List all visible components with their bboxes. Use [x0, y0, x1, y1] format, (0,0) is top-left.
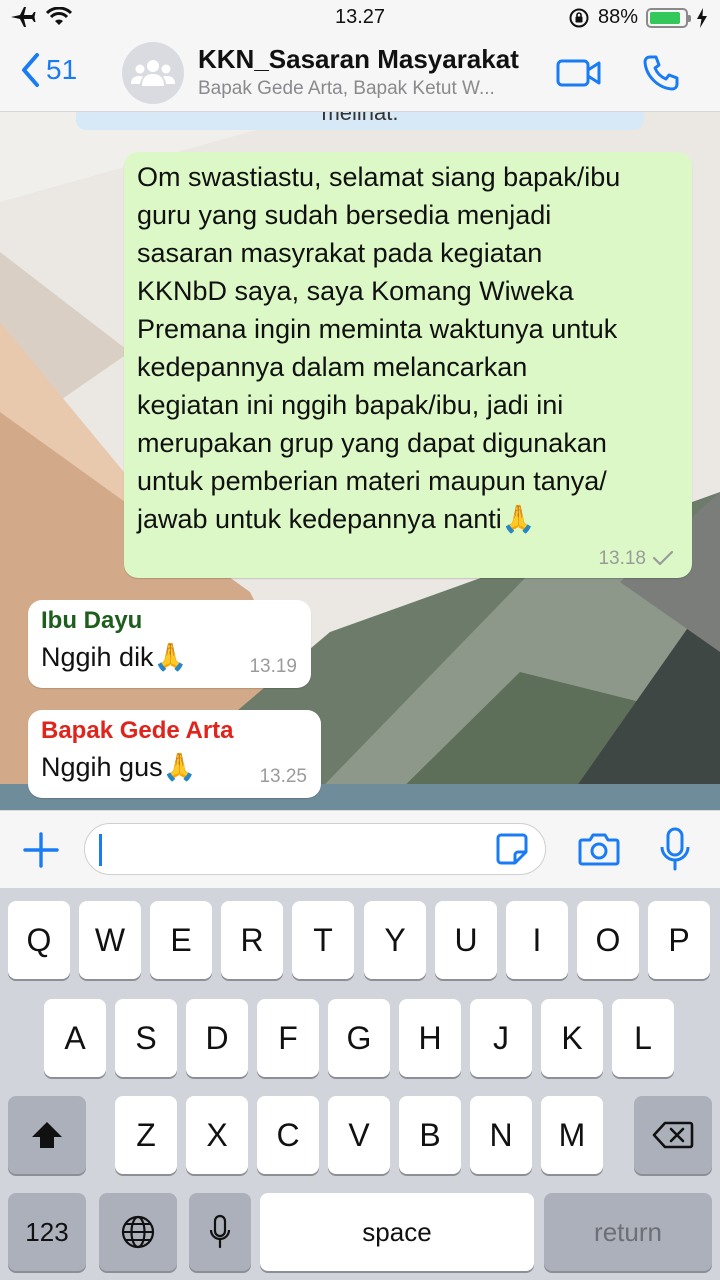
message-time: 13.18: [598, 548, 646, 569]
chevron-left-icon: [22, 53, 39, 87]
phone-call-icon[interactable]: [642, 54, 680, 92]
globe-icon: [121, 1215, 155, 1249]
key-h[interactable]: H: [399, 999, 461, 1077]
key-g[interactable]: G: [328, 999, 390, 1077]
incoming-message[interactable]: Ibu Dayu Nggih dik🙏 13.19: [28, 600, 311, 688]
backspace-key[interactable]: [634, 1096, 712, 1174]
key-c[interactable]: C: [257, 1096, 319, 1174]
message-time: 13.19: [249, 656, 297, 677]
key-d[interactable]: D: [186, 999, 248, 1077]
key-z[interactable]: Z: [115, 1096, 177, 1174]
message-text: Nggih gus🙏: [41, 752, 197, 782]
sticker-icon[interactable]: [495, 832, 529, 866]
message-line: Premana ingin meminta waktunya untuk: [137, 314, 618, 344]
key-p[interactable]: P: [648, 901, 710, 979]
message-line: kegiatan ini nggih bapak/ibu, jadi ini: [137, 390, 564, 420]
chat-area[interactable]: melihat. Om swastiastu, selamat siang ba…: [0, 112, 720, 810]
message-line: sasaran masyrakat pada kegiatan: [137, 238, 543, 268]
microphone-icon: [209, 1214, 231, 1249]
key-v[interactable]: V: [328, 1096, 390, 1174]
charging-bolt-icon: [697, 7, 707, 28]
backspace-icon: [652, 1121, 694, 1149]
previous-message-text: melihat.: [321, 112, 399, 125]
message-line: Om swastiastu, selamat siang bapak/ibu: [137, 162, 621, 192]
message-line: jawab untuk kedepannya nanti🙏: [137, 504, 536, 534]
camera-icon[interactable]: [578, 831, 620, 867]
message-input-bar: [0, 810, 720, 888]
dictation-key[interactable]: [189, 1193, 251, 1271]
message-line: kedepannya dalam melancarkan: [137, 352, 528, 382]
shift-key[interactable]: [8, 1096, 86, 1174]
key-i[interactable]: I: [506, 901, 568, 979]
unread-count: 51: [46, 54, 78, 85]
key-a[interactable]: A: [44, 999, 106, 1077]
battery-percent: 88%: [597, 6, 638, 28]
keyboard: Q W E R T Y U I O P A S D F G H J K L Z …: [0, 888, 720, 1280]
incoming-message[interactable]: Bapak Gede Arta Nggih gus🙏 13.25: [28, 710, 321, 798]
previous-message-fragment: melihat.: [76, 112, 644, 130]
chat-title[interactable]: KKN_Sasaran Masyarakat: [198, 44, 519, 75]
key-r[interactable]: R: [221, 901, 283, 979]
message-input[interactable]: [84, 823, 546, 875]
key-s[interactable]: S: [115, 999, 177, 1077]
space-key[interactable]: space: [260, 1193, 534, 1271]
key-l[interactable]: L: [612, 999, 674, 1077]
return-key[interactable]: return: [544, 1193, 712, 1271]
sender-name: Bapak Gede Arta: [41, 717, 234, 744]
key-k[interactable]: K: [541, 999, 603, 1077]
key-m[interactable]: M: [541, 1096, 603, 1174]
message-line: KKNbD saya, saya Komang Wiweka: [137, 276, 574, 306]
message-time: 13.25: [259, 766, 307, 787]
message-text: Om swastiastu, selamat siang bapak/ibu g…: [137, 158, 687, 538]
sender-name: Ibu Dayu: [41, 607, 143, 634]
chat-header: 51 KKN_Sasaran Masyarakat Bapak Gede Art…: [0, 36, 720, 112]
back-button[interactable]: 51: [20, 52, 77, 88]
key-f[interactable]: F: [257, 999, 319, 1077]
plus-icon[interactable]: [22, 831, 60, 869]
single-check-icon: [652, 550, 674, 566]
status-right: 88%: [568, 6, 708, 29]
key-x[interactable]: X: [186, 1096, 248, 1174]
battery-icon: [646, 7, 691, 28]
video-call-icon[interactable]: [556, 58, 602, 88]
key-o[interactable]: O: [577, 901, 639, 979]
message-line: merupakan grup yang dapat digunakan: [137, 428, 607, 458]
key-y[interactable]: Y: [364, 901, 426, 979]
battery-fill: [650, 11, 680, 24]
key-e[interactable]: E: [150, 901, 212, 979]
orientation-lock-icon: [569, 8, 589, 27]
outgoing-message[interactable]: Om swastiastu, selamat siang bapak/ibu g…: [124, 152, 692, 578]
chat-subtitle[interactable]: Bapak Gede Arta, Bapak Ketut W...: [198, 78, 543, 100]
message-line: guru yang sudah bersedia menjadi: [137, 200, 552, 230]
key-n[interactable]: N: [470, 1096, 532, 1174]
key-b[interactable]: B: [399, 1096, 461, 1174]
key-q[interactable]: Q: [8, 901, 70, 979]
group-icon: [131, 60, 175, 86]
status-bar: 13.27 88%: [0, 0, 720, 36]
microphone-icon[interactable]: [658, 827, 692, 871]
key-j[interactable]: J: [470, 999, 532, 1077]
key-u[interactable]: U: [435, 901, 497, 979]
key-w[interactable]: W: [79, 901, 141, 979]
key-t[interactable]: T: [292, 901, 354, 979]
message-line: untuk pemberian materi maupun tanya/: [137, 466, 607, 496]
globe-key[interactable]: [99, 1193, 177, 1271]
shift-arrow-icon: [32, 1122, 62, 1148]
group-avatar[interactable]: [122, 42, 184, 104]
message-text: Nggih dik🙏: [41, 642, 188, 672]
text-cursor: [99, 834, 102, 866]
numbers-key[interactable]: 123: [8, 1193, 86, 1271]
